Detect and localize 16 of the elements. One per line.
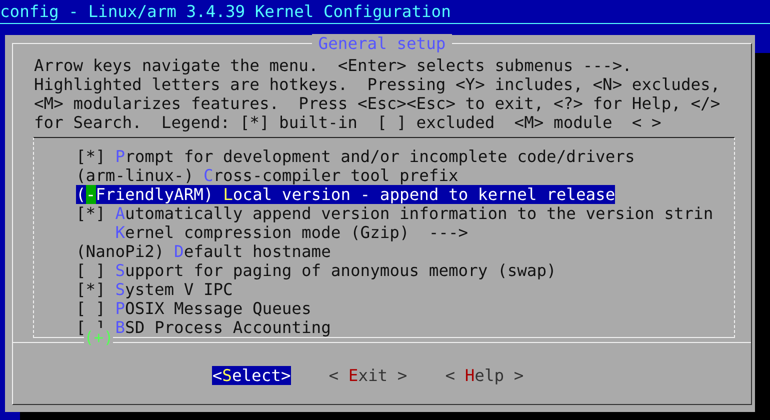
help-text: Arrow keys navigate the menu. <Enter> selects submenus --->. Highlighted letters are hotkeys. Pressing <Y> includes, <N> excludes, <M> modularizes features. Press <Esc><Esc> to exit, <?> for Help, </> for Search. Legend: [*] built-in [ ] excluded <M> module < > [34,56,722,132]
menu-item[interactable]: Kernel compression mode (Gzip) ---> [76,223,468,242]
menu-item[interactable]: [*] Prompt for development and/or incomplete code/drivers [76,147,635,166]
dialog-button[interactable]: <Select> [212,366,291,385]
menu-item[interactable]: (arm-linux-) C ross-compiler tool prefix [76,166,458,185]
dialog-button[interactable]: < Help > [445,366,524,385]
menu-item[interactable]: [*] System V IPC [76,280,233,299]
menu-item[interactable]: (NanoPi2) Default hostname [76,242,331,261]
window-title: config - Linux/arm 3.4.39 Kernel Configuration [0,2,451,21]
dialog-button[interactable]: < Exit > [328,366,408,385]
menu-item[interactable]: [ ] POSIX Message Queues [76,299,312,318]
dialog-title: General setup [312,34,452,53]
menu-item[interactable]: [*] Automatically append version information to the version strin [76,204,714,223]
more-indicator: (+) [84,328,114,347]
menu-item[interactable]: [ ] Support for paging of anonymous memory (swap) [76,261,556,280]
menu-item[interactable]: (-FriendlyARM) Local version - append to kernel release [76,185,616,204]
